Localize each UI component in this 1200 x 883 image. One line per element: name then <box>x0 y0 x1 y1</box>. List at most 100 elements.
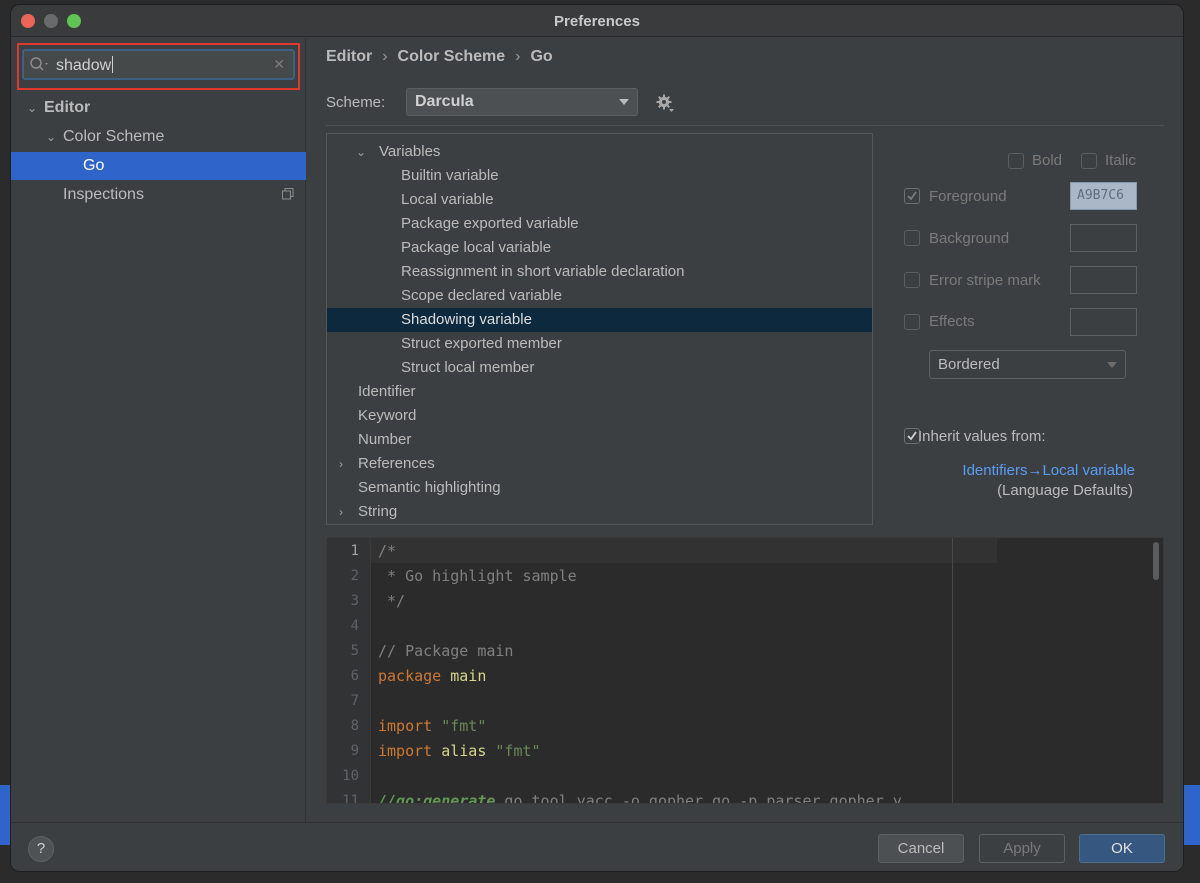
tree-node-label: Scope declared variable <box>401 287 562 304</box>
breadcrumb: Editor › Color Scheme › Go <box>326 48 553 66</box>
tree-node[interactable]: Local variable <box>327 188 872 212</box>
foreground-color-swatch[interactable]: A9B7C6 <box>1070 182 1137 210</box>
italic-checkbox[interactable] <box>1081 153 1097 169</box>
tree-node-label: Identifier <box>358 383 416 400</box>
ok-button[interactable]: OK <box>1079 834 1165 863</box>
tree-node[interactable]: Builtin variable <box>327 164 872 188</box>
sidebar-item-editor[interactable]: ⌄ Editor <box>11 94 306 122</box>
chevron-right-icon[interactable]: › <box>335 500 347 524</box>
tree-node-shadowing-variable[interactable]: Shadowing variable <box>327 308 872 332</box>
chevron-down-icon[interactable]: ⌄ <box>355 140 367 164</box>
tree-node-label: Struct local member <box>401 359 535 376</box>
dialog-footer: ? Cancel Apply OK <box>11 822 1183 871</box>
background-color-swatch[interactable] <box>1070 224 1137 252</box>
inherit-source-link[interactable]: Identifiers→Local variable <box>962 462 1135 479</box>
tree-node[interactable]: Package local variable <box>327 236 872 260</box>
foreground-checkbox[interactable] <box>904 188 920 204</box>
tree-node[interactable]: Reassignment in short variable declarati… <box>327 260 872 284</box>
gear-icon[interactable] <box>655 93 675 113</box>
sidebar-item-inspections[interactable]: Inspections <box>11 181 306 209</box>
breadcrumb-item[interactable]: Editor <box>326 48 372 65</box>
code-token-directive: //go:generate <box>378 792 496 804</box>
settings-search-input[interactable]: shadow ✕ <box>22 49 295 80</box>
error-stripe-color-swatch[interactable] <box>1070 266 1137 294</box>
search-icon <box>30 57 48 71</box>
tree-node-variables[interactable]: ⌄ Variables <box>327 140 872 164</box>
project-settings-icon <box>282 188 294 200</box>
title-bar: Preferences <box>11 5 1183 37</box>
code-line: import "fmt" <box>378 714 486 739</box>
tree-node-partial: · <box>327 134 872 138</box>
tree-node-string[interactable]: › String <box>327 500 872 524</box>
line-number: 5 <box>350 643 359 659</box>
help-button[interactable]: ? <box>28 836 54 862</box>
tree-node[interactable]: Keyword <box>327 404 872 428</box>
foreground-color-value: A9B7C6 <box>1077 188 1124 203</box>
bold-label: Bold <box>1032 152 1063 169</box>
effects-color-swatch[interactable] <box>1070 308 1137 336</box>
tree-node[interactable]: Struct exported member <box>327 332 872 356</box>
apply-button[interactable]: Apply <box>979 834 1065 863</box>
tree-node[interactable]: Struct local member <box>327 356 872 380</box>
sidebar-item-label: Editor <box>44 99 91 116</box>
sidebar-item-label: Go <box>83 157 105 174</box>
tree-node[interactable]: Package exported variable <box>327 212 872 236</box>
breadcrumb-separator-icon: › <box>382 48 388 65</box>
preferences-window: Preferences shadow ✕ ⌄ Editor ⌄ Color Sc… <box>11 5 1183 871</box>
code-line: package main <box>378 664 486 689</box>
window-title: Preferences <box>554 13 640 30</box>
background-label: Background <box>929 230 1010 247</box>
tree-node-label: Reassignment in short variable declarati… <box>401 263 685 280</box>
tree-node-label: Package local variable <box>401 239 552 256</box>
code-preview-editor[interactable]: 1 2 3 4 5 6 7 8 9 10 11 /* * Go highligh… <box>326 537 1164 804</box>
tree-node[interactable]: Semantic highlighting <box>327 476 872 500</box>
background-ide-right <box>1182 0 1200 883</box>
chevron-down-icon[interactable]: ⌄ <box>45 123 57 151</box>
code-token-alias: alias <box>441 742 487 760</box>
tree-node-label: Keyword <box>358 407 417 424</box>
tree-node[interactable]: Number <box>327 428 872 452</box>
bold-checkbox[interactable] <box>1008 153 1024 169</box>
tree-node[interactable]: Identifier <box>327 380 872 404</box>
background-ide-selection <box>1182 785 1200 845</box>
code-token-keyword: package <box>378 667 442 685</box>
inherit-source-scheme: (Language Defaults) <box>997 482 1133 499</box>
inherit-values-label: Inherit values from: <box>918 428 1046 445</box>
effect-type-dropdown[interactable]: Bordered <box>929 350 1126 379</box>
code-token-string: "fmt" <box>441 717 487 735</box>
chevron-right-icon[interactable]: › <box>335 452 347 476</box>
line-number: 4 <box>350 618 359 634</box>
error-stripe-checkbox[interactable] <box>904 272 920 288</box>
tree-node-label: Package exported variable <box>401 215 579 232</box>
line-number: 6 <box>350 668 359 684</box>
dropdown-arrow-icon <box>1107 362 1117 368</box>
tree-node-label: Local variable <box>401 191 494 208</box>
tree-node-label: Builtin variable <box>401 167 499 184</box>
italic-label: Italic <box>1105 152 1136 169</box>
background-checkbox[interactable] <box>904 230 920 246</box>
line-number: 8 <box>350 718 359 734</box>
code-token-keyword: import <box>378 742 433 760</box>
chevron-down-icon[interactable]: ⌄ <box>26 94 38 122</box>
line-number: 9 <box>350 743 359 759</box>
code-line: //go:generate go tool yacc -o gopher.go … <box>378 789 902 804</box>
code-line: import alias "fmt" <box>378 739 541 764</box>
settings-sidebar: shadow ✕ ⌄ Editor ⌄ Color Scheme Go Insp… <box>11 38 306 822</box>
clear-search-icon[interactable]: ✕ <box>273 56 285 73</box>
line-number: 11 <box>342 793 359 804</box>
tree-node-references[interactable]: › References <box>327 452 872 476</box>
tree-node-label: Shadowing variable <box>401 311 532 328</box>
text-caret <box>112 56 114 73</box>
search-input-value: shadow <box>56 57 112 74</box>
effect-type-value: Bordered <box>938 356 1000 373</box>
code-line: */ <box>378 592 406 610</box>
editor-scrollbar[interactable] <box>1153 542 1159 580</box>
checkmark-icon <box>907 191 917 201</box>
scheme-dropdown[interactable]: Darcula <box>406 88 638 116</box>
cancel-button[interactable]: Cancel <box>878 834 964 863</box>
breadcrumb-item[interactable]: Color Scheme <box>398 48 506 65</box>
tree-node[interactable]: Scope declared variable <box>327 284 872 308</box>
sidebar-item-go[interactable]: Go <box>11 152 306 180</box>
sidebar-item-color-scheme[interactable]: ⌄ Color Scheme <box>11 123 306 151</box>
effects-checkbox[interactable] <box>904 314 920 330</box>
